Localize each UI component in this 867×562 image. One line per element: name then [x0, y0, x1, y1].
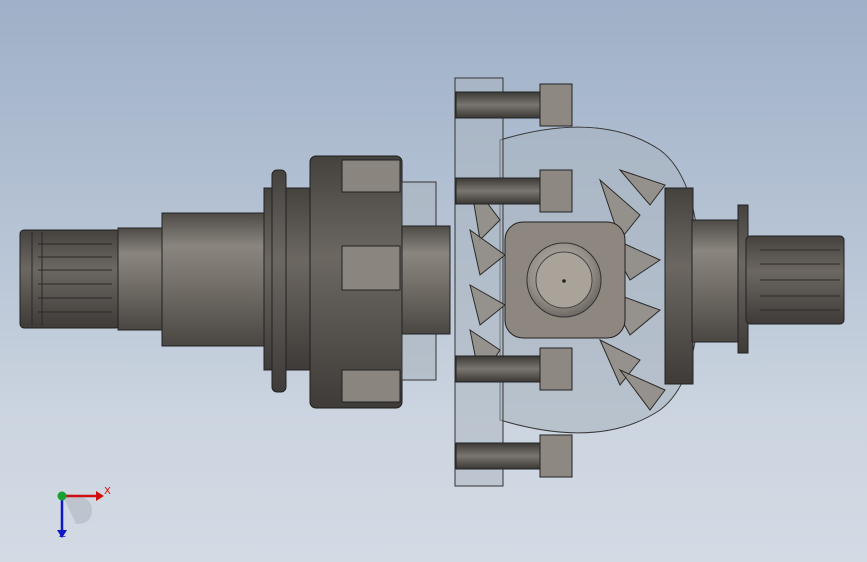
- housing-flange: [454, 77, 504, 487]
- left-bearing-ring: [263, 187, 313, 371]
- right-shaft-body: [691, 219, 743, 343]
- x-axis-label: X: [104, 486, 111, 497]
- z-axis-label: Z: [59, 529, 66, 540]
- coordinate-triad: X Z: [48, 480, 118, 550]
- left-shaft-body: [161, 212, 265, 347]
- differential-assembly-model[interactable]: [0, 0, 867, 562]
- graphics-viewport[interactable]: X Z: [0, 0, 867, 562]
- left-shaft-neck: [117, 227, 165, 331]
- left-spline: [19, 229, 121, 329]
- right-shaft-collar: [664, 187, 694, 385]
